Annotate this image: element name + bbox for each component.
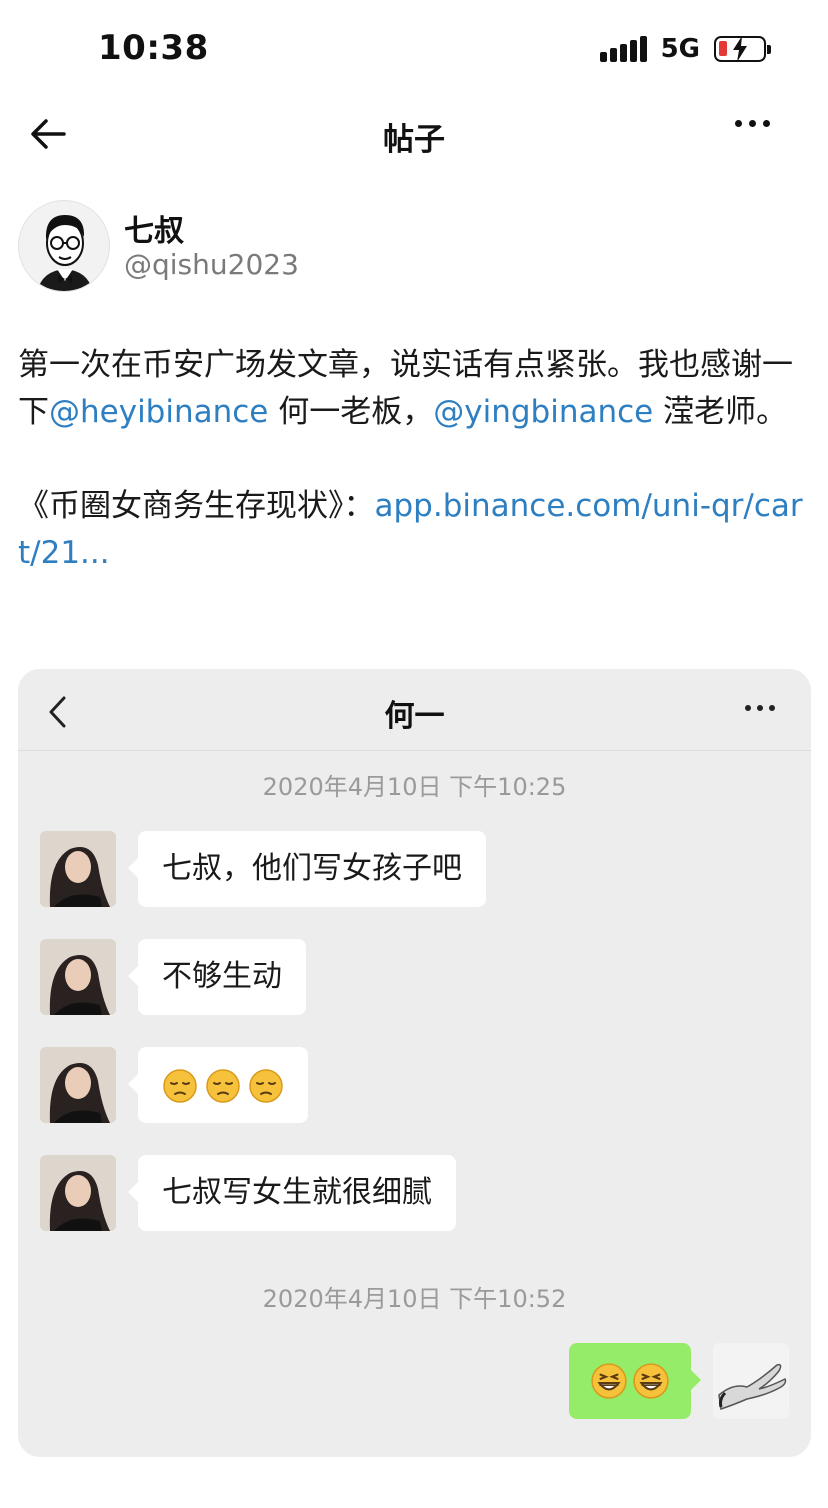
contact-avatar (40, 831, 116, 907)
more-dot-icon (749, 120, 756, 127)
mention-link[interactable]: @heyibinance (49, 394, 268, 430)
pensive-face-icon (249, 1068, 283, 1103)
message-bubble: 七叔，他们写女孩子吧 (128, 831, 486, 907)
post-image-chat-screenshot[interactable]: 何一 2020年4月10日 下午10:25 七叔，他们写女孩子吧 不够生动 七叔… (18, 669, 811, 1457)
contact-avatar (40, 1047, 116, 1123)
post-text-segment: 《币圈女商务生存现状》： (18, 488, 375, 524)
status-bar: 10:38 5G (0, 0, 828, 100)
battery-icon (714, 36, 771, 62)
chat-message-self (559, 1343, 789, 1419)
author-handle[interactable]: @qishu2023 (124, 248, 299, 281)
contact-avatar (40, 1155, 116, 1231)
author-block: 七叔 @qishu2023 (18, 198, 808, 294)
chat-header: 何一 (18, 669, 811, 751)
mention-link[interactable]: @yingbinance (433, 394, 653, 430)
chat-more-icon (745, 705, 775, 711)
post-text-segment: 滢老师。 (653, 394, 788, 430)
post-paragraph-2: 《币圈女商务生存现状》：app.binance.com/uni-qr/cart/… (18, 483, 808, 577)
grinning-face-icon (633, 1363, 669, 1399)
post-text: 第一次在币安广场发文章，说实话有点紧张。我也感谢一下@heyibinance 何… (18, 342, 808, 577)
post-text-segment: 何一老板， (268, 394, 434, 430)
contact-avatar (40, 939, 116, 1015)
cartoon-avatar-icon (37, 215, 93, 291)
chat-title: 何一 (384, 699, 445, 734)
message-bubble: 七叔写女生就很细腻 (128, 1155, 456, 1231)
network-type: 5G (660, 34, 700, 64)
grinning-face-icon (591, 1363, 627, 1399)
more-dot-icon (735, 120, 742, 127)
top-nav: 帖子 (0, 100, 828, 166)
more-options-button[interactable] (735, 120, 770, 127)
author-name[interactable]: 七叔 (124, 206, 184, 250)
chat-timestamp: 2020年4月10日 下午10:25 (262, 773, 567, 801)
author-avatar[interactable] (18, 200, 110, 292)
signal-icon (599, 36, 647, 62)
message-bubble-emoji (128, 1047, 308, 1123)
page-title: 帖子 (383, 122, 445, 158)
pensive-face-icon (163, 1068, 197, 1103)
post-paragraph-1: 第一次在币安广场发文章，说实话有点紧张。我也感谢一下@heyibinance 何… (18, 342, 808, 436)
pensive-face-icon (206, 1068, 240, 1103)
status-time: 10:38 (98, 28, 209, 68)
message-bubble: 不够生动 (128, 939, 306, 1015)
more-dot-icon (763, 120, 770, 127)
message-bubble-self (569, 1343, 701, 1419)
self-avatar (713, 1343, 789, 1419)
chat-timestamp: 2020年4月10日 下午10:52 (262, 1285, 567, 1313)
status-indicators: 5G (599, 34, 771, 64)
